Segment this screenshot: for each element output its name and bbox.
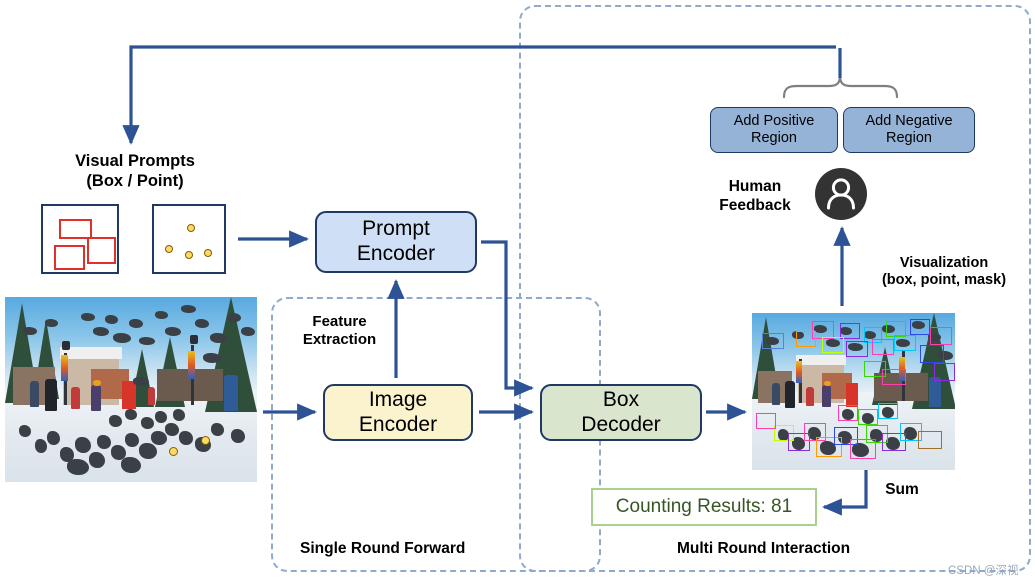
detection-box: [846, 341, 868, 357]
prompt-yellow-point: [185, 251, 193, 259]
detection-box: [822, 337, 844, 353]
add-positive-region-line-2: Region: [751, 130, 797, 146]
prompt-encoder-node[interactable]: Prompt Encoder: [315, 211, 477, 273]
detection-box: [894, 335, 916, 351]
source-image: [5, 297, 257, 482]
detection-box: [918, 431, 942, 449]
image-encoder-line-1: Image: [368, 387, 428, 411]
detection-box: [910, 319, 930, 335]
add-positive-region-button[interactable]: Add Positive Region: [710, 107, 838, 153]
prompt-yellow-point: [204, 249, 212, 257]
box-decoder-node[interactable]: Box Decoder: [540, 384, 702, 441]
sum-label: Sum: [885, 481, 919, 498]
detection-box: [762, 333, 784, 349]
human-feedback-line-2: Feedback: [719, 196, 791, 214]
add-negative-region-button[interactable]: Add Negative Region: [843, 107, 975, 153]
feature-extraction-line-2: Extraction: [302, 331, 377, 348]
human-feedback-line-1: Human: [728, 178, 782, 195]
detection-box: [934, 363, 955, 381]
visualization-line-2: (box, point, mask): [881, 272, 1007, 289]
prompt-red-box: [87, 237, 116, 264]
detection-box: [858, 409, 878, 425]
add-negative-region-line-1: Add Negative: [865, 112, 953, 129]
counting-results-box: Counting Results: 81: [591, 488, 817, 526]
visualization-label: Visualization (box, point, mask): [864, 255, 1024, 290]
add-positive-region-line-1: Add Positive: [733, 112, 815, 129]
detection-box: [756, 413, 776, 429]
detection-box: [930, 327, 952, 345]
detection-box: [920, 345, 944, 363]
human-feedback-avatar-icon: [815, 168, 867, 220]
image-encoder-node[interactable]: Image Encoder: [323, 384, 473, 441]
feature-extraction-line-1: Feature: [312, 313, 367, 330]
box-decoder-line-2: Decoder: [581, 412, 661, 436]
visual-prompts-line-2: (Box / Point): [86, 171, 184, 190]
box-decoder-line-1: Box: [602, 387, 640, 411]
detection-box: [838, 405, 858, 421]
human-feedback-label: Human Feedback: [700, 178, 810, 215]
multi-round-interaction-label: Multi Round Interaction: [672, 540, 856, 558]
prompt-encoder-line-2: Encoder: [356, 242, 436, 265]
prompt-yellow-point: [187, 224, 195, 232]
detection-box: [882, 369, 906, 385]
visual-prompts-label: Visual Prompts (Box / Point): [30, 152, 240, 192]
detection-box: [872, 339, 894, 355]
detection-box: [878, 403, 898, 419]
person-icon: [827, 178, 855, 210]
prompt-encoder-line-1: Prompt: [362, 217, 430, 241]
box-prompt-thumbnail: [41, 204, 119, 274]
image-encoder-line-2: Encoder: [358, 412, 438, 436]
annotated-result-image: [752, 313, 955, 470]
counting-results-text: Counting Results: 81: [615, 496, 793, 517]
detection-box: [796, 331, 816, 347]
watermark: CSDN @深视: [948, 565, 1019, 577]
prompt-red-box: [54, 245, 85, 270]
prompt-yellow-point: [165, 245, 173, 253]
visualization-line-1: Visualization: [899, 255, 989, 271]
prompt-red-box: [59, 219, 92, 239]
visual-prompts-line-1: Visual Prompts: [75, 152, 195, 170]
single-round-forward-label: Single Round Forward: [295, 540, 471, 558]
add-negative-region-line-2: Region: [886, 130, 932, 146]
feature-extraction-label: Feature Extraction: [287, 313, 392, 349]
point-prompt-thumbnail: [152, 204, 226, 274]
